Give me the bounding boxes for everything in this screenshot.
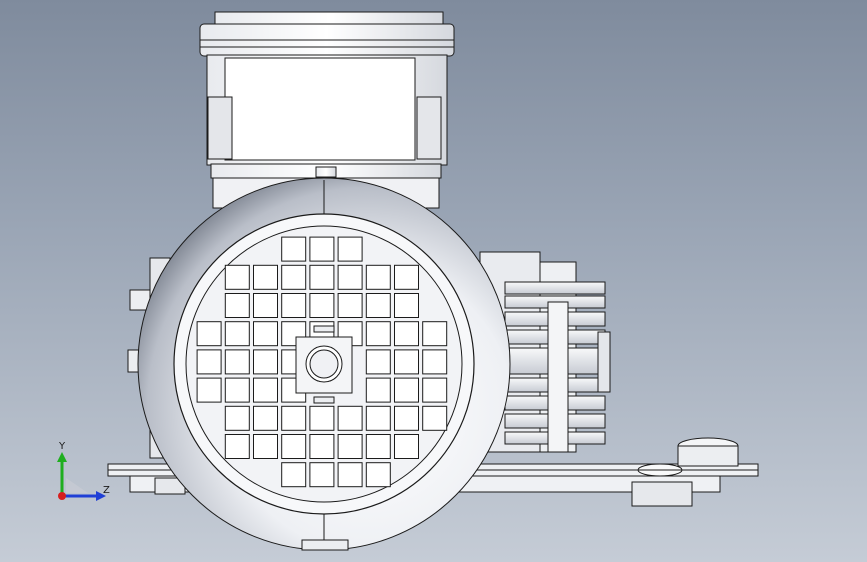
grille-cell <box>365 293 391 318</box>
fan-hub <box>295 325 353 404</box>
x-axis-origin <box>58 492 66 500</box>
grille-cell <box>253 405 278 431</box>
grille-cell <box>253 321 278 347</box>
cooling-fins <box>504 281 611 453</box>
grille-cell <box>281 264 307 290</box>
grille-cell <box>394 321 419 347</box>
grille-cell <box>394 349 419 375</box>
coordinate-triad: Y Z <box>48 438 118 508</box>
grille-cell <box>309 264 335 290</box>
grille-cell <box>365 264 391 290</box>
grille-cell <box>394 293 419 318</box>
grille-cell <box>394 434 419 459</box>
grille-cell <box>281 236 307 262</box>
grille-cell <box>253 377 278 403</box>
grille-cell <box>365 434 391 459</box>
grille-cell <box>253 293 278 318</box>
grille-cell <box>394 264 419 290</box>
grille-cell <box>253 349 278 375</box>
grille-cell <box>422 405 448 431</box>
motor-3d-model[interactable] <box>0 0 867 562</box>
grille-cell <box>394 405 419 431</box>
grille-cell <box>365 349 391 375</box>
grille-cell <box>365 405 391 431</box>
grille-cell <box>337 434 363 459</box>
grille-cell <box>309 293 335 318</box>
grille-cell <box>337 462 363 488</box>
grille-cell <box>365 377 391 403</box>
grille-cell <box>422 349 448 375</box>
grille-cell <box>422 377 448 403</box>
grille-cell <box>365 462 391 488</box>
grille-cell <box>224 434 250 459</box>
grille-cell <box>224 293 250 318</box>
cad-graphics-viewport[interactable]: Y Z <box>0 0 867 562</box>
grille-cell <box>281 462 307 488</box>
grille-cell <box>309 236 335 262</box>
grille-cell <box>196 349 222 375</box>
grille-cell <box>224 349 250 375</box>
grille-cell <box>337 405 363 431</box>
grille-cell <box>337 293 363 318</box>
grille-cell <box>281 293 307 318</box>
grille-cell <box>337 236 363 262</box>
grille-cell <box>224 264 250 290</box>
grille-cell <box>365 321 391 347</box>
grille-cell <box>196 321 222 347</box>
grille-cell <box>224 321 250 347</box>
grille-cell <box>394 377 419 403</box>
grille-cell <box>196 377 222 403</box>
z-axis-label: Z <box>103 485 110 496</box>
grille-cell <box>281 405 307 431</box>
grille-cell <box>253 264 278 290</box>
grille-cell <box>224 405 250 431</box>
grille-cell <box>337 264 363 290</box>
grille-cell <box>309 434 335 459</box>
y-axis-label: Y <box>59 441 66 452</box>
grille-cell <box>253 434 278 459</box>
grille-cell <box>309 405 335 431</box>
grille-cell <box>281 434 307 459</box>
grille-cell <box>224 377 250 403</box>
grille-cell <box>422 321 448 347</box>
grille-cell <box>309 462 335 488</box>
